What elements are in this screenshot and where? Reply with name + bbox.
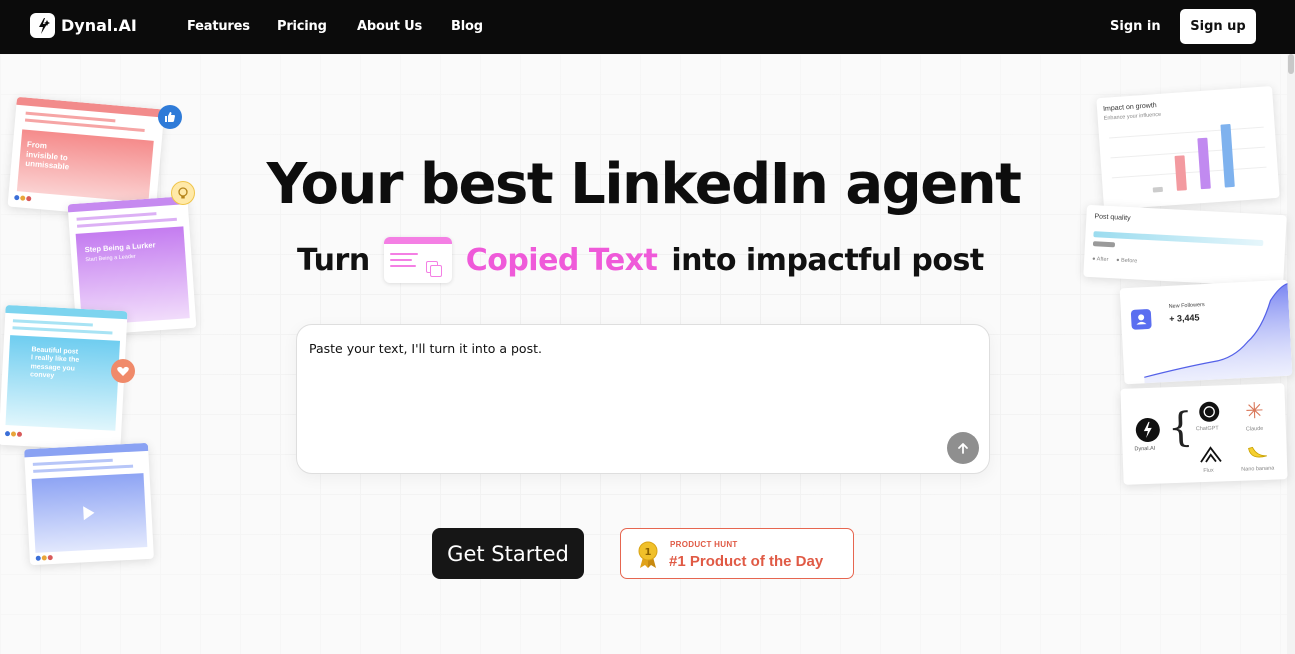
model-dynal-label: Dynal.AI — [1134, 445, 1156, 453]
nav-about-us[interactable]: About Us — [357, 19, 422, 34]
product-hunt-title: #1 Product of the Day — [669, 553, 824, 570]
sign-up-button[interactable]: Sign up — [1180, 9, 1256, 44]
product-hunt-badge[interactable]: 1 PRODUCT HUNT #1 Product of the Day — [620, 528, 854, 579]
top-navbar: Dynal.AI Features Pricing About Us Blog … — [0, 0, 1295, 54]
brace-icon: { — [1166, 404, 1195, 452]
medal-rank: 1 — [645, 547, 652, 558]
get-started-button[interactable]: Get Started — [432, 528, 584, 579]
send-button[interactable] — [947, 432, 979, 464]
quality-after-bar — [1093, 231, 1264, 247]
product-hunt-kicker: PRODUCT HUNT — [670, 540, 738, 549]
model-claude-label: Claude — [1245, 425, 1264, 433]
dynal-logo-icon — [1135, 417, 1161, 443]
copy-text-icon — [383, 237, 452, 283]
growth-subtitle: Enhance your influence — [1103, 111, 1162, 122]
prompt-box: Paste your text, I'll turn it into a pos… — [296, 324, 990, 474]
right-card-quality: Post quality ● After ● Before — [1083, 204, 1287, 288]
nav-features[interactable]: Features — [187, 19, 250, 34]
nav-pricing[interactable]: Pricing — [277, 19, 327, 34]
right-card-models: Dynal.AI { ChatGPT ✳ Claude Flux Nano ba… — [1120, 383, 1288, 485]
subtitle-prefix: Turn — [297, 242, 370, 278]
right-card-followers: New Followers + 3,445 — [1119, 279, 1293, 385]
sign-in-link[interactable]: Sign in — [1110, 19, 1161, 34]
thumbs-up-icon — [158, 105, 182, 129]
left-card-3-text: Beautiful post I really like the message… — [29, 346, 80, 380]
quality-legend-before: ● Before — [1115, 257, 1138, 265]
brand-name: Dynal.AI — [61, 16, 137, 35]
reaction-dots — [4, 431, 23, 437]
heart-icon — [111, 359, 135, 383]
model-chatgpt-label: ChatGPT — [1195, 425, 1219, 433]
model-banana-label: Nano banana — [1241, 465, 1275, 473]
hero-subtitle: Turn Copied Text into impactful post — [297, 236, 984, 284]
growth-title: Impact on growth — [1102, 102, 1157, 113]
left-card-video — [24, 442, 154, 566]
logo-icon — [30, 13, 55, 38]
quality-before-bar — [1092, 241, 1116, 248]
followers-area-chart — [1144, 283, 1293, 384]
subtitle-highlight: Copied Text — [465, 242, 658, 278]
flux-icon — [1198, 445, 1223, 469]
quality-legend-after: ● After — [1092, 256, 1109, 264]
left-card-post-3: Beautiful post I really like the message… — [0, 304, 128, 452]
hero-title: Your best LinkedIn agent — [266, 152, 1022, 217]
prompt-input[interactable]: Paste your text, I'll turn it into a pos… — [309, 341, 929, 356]
reaction-dots — [35, 554, 53, 561]
chatgpt-icon — [1198, 401, 1220, 423]
subtitle-suffix: into impactful post — [671, 242, 984, 278]
play-icon — [83, 505, 95, 521]
claude-icon: ✳ — [1244, 397, 1265, 424]
model-flux-label: Flux — [1203, 467, 1214, 475]
nav-blog[interactable]: Blog — [451, 19, 483, 34]
arrow-up-icon — [958, 443, 968, 454]
brand-logo[interactable]: Dynal.AI — [30, 13, 137, 38]
scrollbar-thumb[interactable] — [1288, 54, 1294, 74]
banana-icon — [1246, 444, 1269, 466]
medal-icon: 1 — [637, 541, 659, 574]
